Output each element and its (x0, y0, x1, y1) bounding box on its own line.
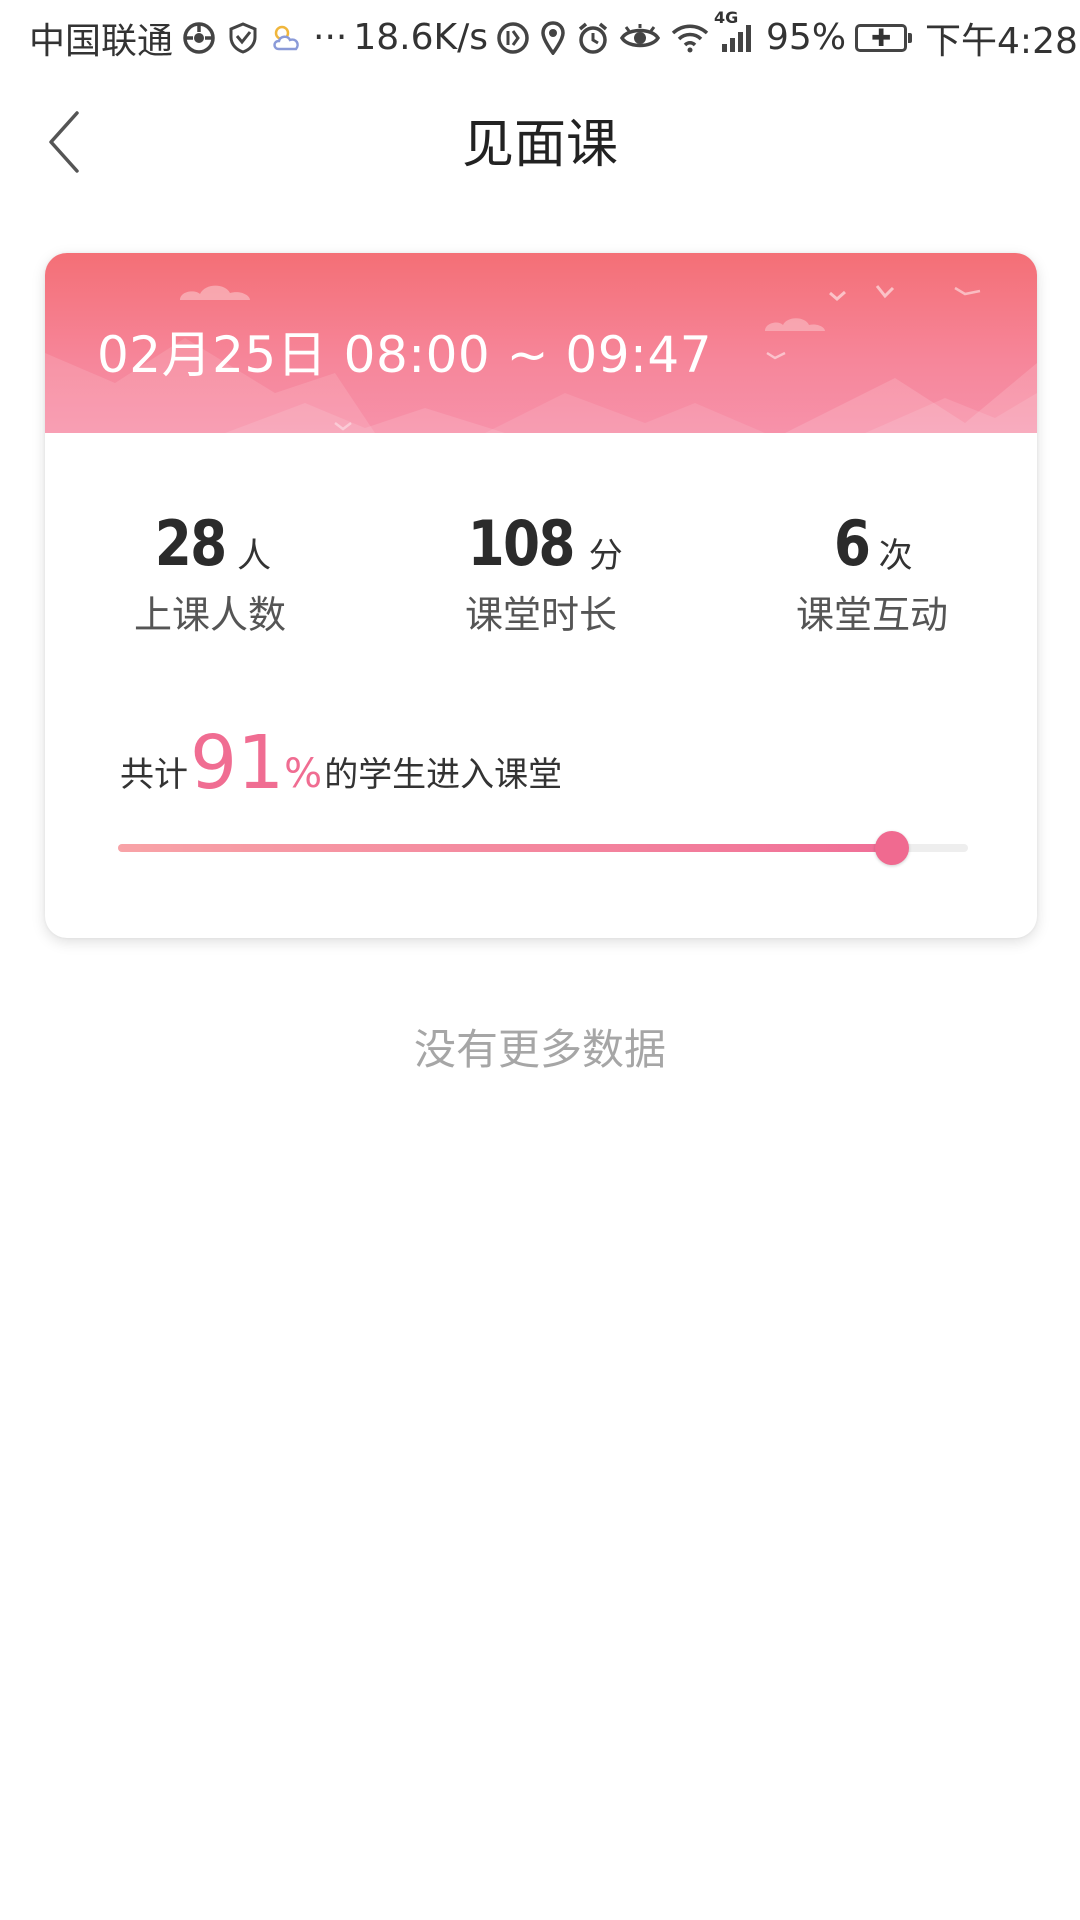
data-saver-icon (496, 21, 530, 55)
stat-label: 上课人数 (133, 593, 286, 637)
stat-unit: 人 (237, 536, 272, 576)
status-time: 下午4:28 (925, 20, 1078, 62)
nav-bar: 见面课 (0, 75, 1080, 210)
attendance-caption: 共计 91 % 的学生进入课堂 (120, 713, 562, 803)
attendance-suffix: 的学生进入课堂 (324, 755, 563, 795)
session-card[interactable]: 02月25日 08:00 ~ 09:47 28 人 上课人数 108 分 课堂时… (45, 253, 1037, 938)
attendance-progress-bar (118, 831, 968, 865)
stats-row: 28 人 上课人数 108 分 课堂时长 6 次 课堂互动 (45, 498, 1037, 648)
stat-unit: 次 (878, 536, 913, 576)
stat-value: 28 (154, 507, 227, 580)
wifi-icon (670, 22, 710, 54)
status-bar: 中国联通 ··· 18.6K/s 4G 95% ✚ 下午4:28 (0, 0, 1080, 75)
app-icon (181, 20, 217, 56)
stat-interactions: 6 次 课堂互动 (707, 498, 1037, 642)
shield-icon (227, 21, 259, 55)
stat-value: 6 (834, 507, 871, 580)
no-more-data-text: 没有更多数据 (413, 1025, 666, 1074)
stat-label: 课堂时长 (464, 593, 617, 637)
network-type-label: 4G (714, 7, 739, 27)
carrier-name: 中国联通 (29, 20, 174, 62)
stat-duration: 108 分 课堂时长 (376, 498, 706, 642)
page-title: 见面课 (461, 115, 618, 175)
stat-label: 课堂互动 (795, 593, 948, 637)
alarm-icon (576, 21, 610, 55)
card-header: 02月25日 08:00 ~ 09:47 (45, 253, 1037, 433)
status-ellipsis: ··· (313, 17, 348, 58)
stat-unit: 分 (588, 536, 623, 576)
attendance-prefix: 共计 (120, 755, 188, 795)
eye-icon (620, 23, 661, 53)
stat-attendees: 28 人 上课人数 (45, 498, 375, 642)
weather-icon (269, 22, 305, 54)
location-icon (540, 20, 566, 55)
session-time-range: 02月25日 08:00 ~ 09:47 (97, 326, 713, 384)
attendance-percent-sign: % (284, 751, 323, 797)
attendance-progress-fill (118, 844, 892, 852)
battery-icon: ✚ (855, 23, 913, 52)
stat-value: 108 (467, 507, 576, 580)
signal-icon: 4G (714, 8, 758, 54)
battery-percent: 95% (766, 17, 847, 58)
attendance-progress-thumb (874, 831, 909, 865)
net-speed: 18.6K/s (353, 17, 489, 58)
attendance-percent: 91 (190, 720, 285, 806)
